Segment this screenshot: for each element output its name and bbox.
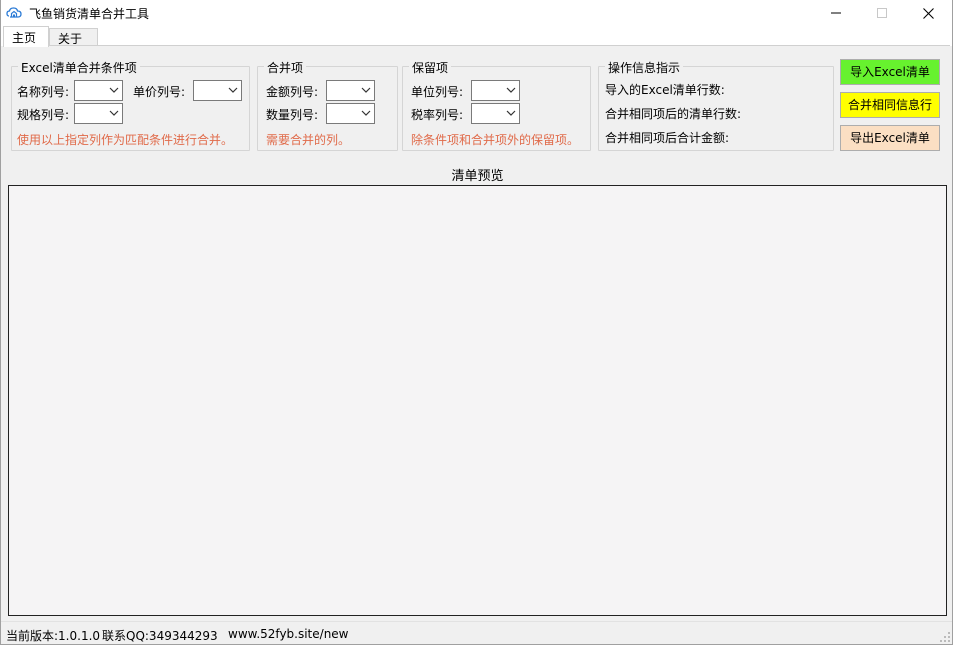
import-excel-button[interactable]: 导入Excel清单 — [840, 59, 940, 85]
chevron-down-icon — [361, 110, 371, 116]
chevron-down-icon — [109, 87, 119, 93]
chevron-down-icon — [506, 110, 516, 116]
keep-hint: 除条件项和合并项外的保留项。 — [411, 133, 580, 147]
merge-hint: 需要合并的列。 — [266, 133, 351, 147]
info-group: 操作信息指示 导入的Excel清单行数: 合并相同项后的清单行数: 合并相同项后… — [598, 59, 834, 151]
keep-group-title: 保留项 — [409, 59, 452, 76]
chevron-down-icon — [506, 87, 516, 93]
version-label: 当前版本:1.0.1.0 — [6, 629, 101, 643]
close-icon — [922, 7, 934, 19]
chevron-down-icon — [109, 110, 119, 116]
chevron-down-icon — [228, 87, 238, 93]
quantity-column-label: 数量列号: — [266, 108, 319, 122]
merge-group: 合并项 金额列号: 数量列号: 需要合并的列。 — [257, 59, 398, 151]
contact-label: 联系QQ:349344293 — [102, 629, 218, 643]
close-button[interactable] — [905, 0, 951, 26]
maximize-button[interactable] — [859, 0, 905, 26]
criteria-group-title: Excel清单合并条件项 — [18, 59, 140, 76]
criteria-group: Excel清单合并条件项 名称列号: 单价列号: 规格列号: 使用以上指定列作为… — [11, 59, 250, 151]
keep-group: 保留项 单位列号: 税率列号: 除条件项和合并项外的保留项。 — [402, 59, 591, 151]
maximize-icon — [877, 8, 887, 18]
merged-total-label: 合并相同项后合计金额: — [605, 131, 730, 145]
tab-about[interactable]: 关于 — [49, 28, 98, 46]
imported-rows-label: 导入的Excel清单行数: — [605, 83, 725, 97]
status-bar: 当前版本:1.0.1.0 联系QQ:349344293 www.52fyb.si… — [1, 621, 952, 644]
tax-column-select[interactable] — [471, 103, 520, 124]
preview-title: 清单预览 — [451, 169, 504, 184]
info-group-title: 操作信息指示 — [605, 59, 684, 76]
minimize-icon — [831, 12, 841, 14]
amount-column-label: 金额列号: — [266, 85, 319, 99]
merge-rows-button[interactable]: 合并相同信息行 — [840, 92, 940, 118]
criteria-hint: 使用以上指定列作为匹配条件进行合并。 — [17, 133, 234, 147]
title-bar[interactable]: 飞鱼销货清单合并工具 — [1, 0, 952, 26]
name-column-select[interactable] — [74, 80, 123, 101]
cloud-home-icon — [6, 5, 22, 21]
price-column-select[interactable] — [193, 80, 242, 101]
price-column-label: 单价列号: — [133, 85, 186, 99]
unit-column-label: 单位列号: — [411, 85, 464, 99]
export-excel-button[interactable]: 导出Excel清单 — [840, 125, 940, 151]
website-link[interactable]: www.52fyb.site/new — [228, 627, 349, 641]
unit-column-select[interactable] — [471, 80, 520, 101]
quantity-column-select[interactable] — [326, 103, 375, 124]
merged-rows-label: 合并相同项后的清单行数: — [605, 107, 742, 121]
chevron-down-icon — [361, 87, 371, 93]
amount-column-select[interactable] — [326, 80, 375, 101]
minimize-button[interactable] — [813, 0, 859, 26]
resize-grip-icon[interactable] — [940, 632, 950, 642]
tax-column-label: 税率列号: — [411, 108, 464, 122]
spec-column-select[interactable] — [74, 103, 123, 124]
merge-group-title: 合并项 — [264, 59, 307, 76]
name-column-label: 名称列号: — [17, 85, 70, 99]
main-window: 飞鱼销货清单合并工具 主页 关于 Excel清单合并条件项 名称列号: 单价列号… — [0, 0, 953, 645]
spec-column-label: 规格列号: — [17, 108, 70, 122]
preview-grid[interactable] — [8, 185, 947, 616]
window-title: 飞鱼销货清单合并工具 — [29, 7, 150, 21]
tab-strip: 主页 关于 — [1, 26, 952, 47]
tab-home[interactable]: 主页 — [3, 26, 49, 47]
